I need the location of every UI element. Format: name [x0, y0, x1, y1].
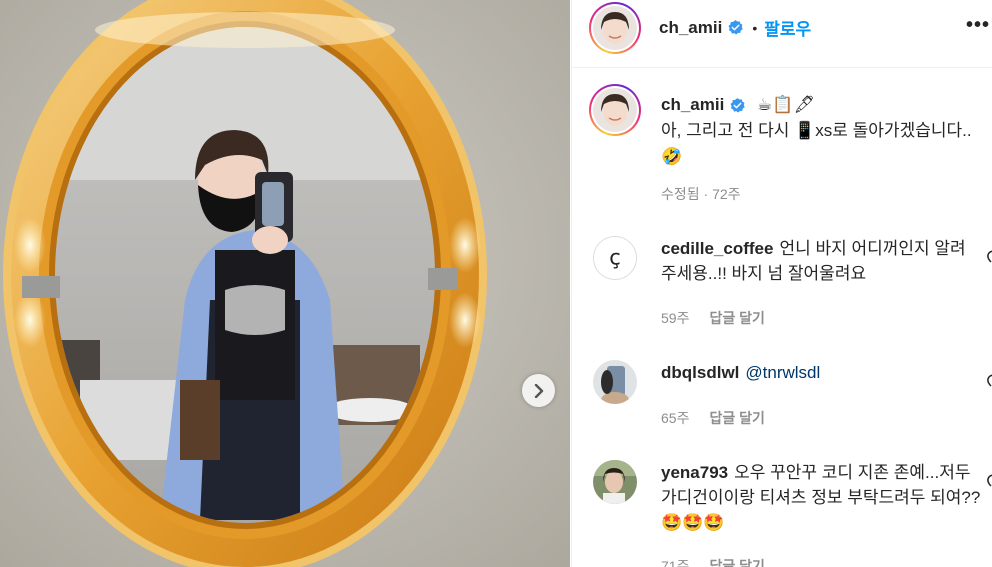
profile-photo-icon [593, 6, 637, 50]
comment-mention[interactable]: @tnrwlsdl [745, 363, 820, 382]
verified-badge-icon [730, 98, 746, 113]
heart-icon[interactable] [985, 474, 992, 488]
phone-emoji: 📱 [794, 121, 816, 140]
comment-time[interactable]: 71주 [661, 558, 689, 567]
caption-emojis: ☕📋🖋 [757, 95, 816, 114]
reply-button[interactable]: 답글 달기 [709, 410, 764, 426]
header-separator: • [752, 19, 758, 36]
next-photo-button[interactable] [522, 374, 555, 407]
cedille-logo-icon: ç [594, 237, 636, 279]
caption-line-2: xs로 돌아가겠습니다.. [815, 121, 972, 140]
comment-time[interactable]: 65주 [661, 410, 689, 426]
caption-username[interactable]: ch_amii [661, 95, 724, 114]
caption-author-avatar[interactable] [589, 84, 641, 136]
comment-emojis: 🤩🤩🤩 [661, 513, 725, 532]
mirror-selfie-image [0, 0, 570, 567]
caption-line-1: 아, 그리고 전 다시 [661, 121, 795, 140]
author-avatar[interactable] [589, 2, 641, 54]
comment-username[interactable]: cedille_coffee [661, 239, 773, 258]
author-username[interactable]: ch_amii [659, 18, 722, 38]
commenter-avatar[interactable] [593, 360, 637, 404]
comment-time[interactable]: 59주 [661, 310, 689, 326]
laugh-emoji: 🤣 [661, 147, 683, 166]
verified-badge-icon [728, 20, 744, 35]
post-photo [0, 0, 570, 567]
comment-username[interactable]: dbqlsdlwl [661, 363, 739, 382]
reply-button[interactable]: 답글 달기 [709, 310, 764, 326]
commenter-avatar[interactable] [593, 460, 637, 504]
profile-photo-icon [593, 460, 637, 504]
profile-photo-icon [593, 360, 637, 404]
reply-button[interactable]: 답글 달기 [709, 558, 764, 567]
post-sidebar: ch_amii • 팔로우 ••• ch_amii ☕📋🖋 아, 그리고 전 다… [571, 0, 992, 567]
avatar-letter: ç [609, 246, 621, 270]
post-header: ch_amii • 팔로우 ••• [572, 0, 992, 68]
comment-username[interactable]: yena793 [661, 463, 728, 482]
follow-button[interactable]: 팔로우 [764, 15, 811, 40]
caption-meta: 수정됨 · 72주 [661, 186, 741, 202]
chevron-right-icon [534, 383, 543, 398]
caption-text: ch_amii ☕📋🖋 아, 그리고 전 다시 📱xs로 돌아가겠습니다.. 🤣 [661, 92, 991, 170]
heart-icon[interactable] [985, 374, 992, 388]
heart-icon[interactable] [985, 250, 992, 264]
more-options-button[interactable]: ••• [966, 14, 990, 37]
profile-photo-icon [593, 88, 637, 132]
commenter-avatar[interactable]: ç [593, 236, 637, 280]
